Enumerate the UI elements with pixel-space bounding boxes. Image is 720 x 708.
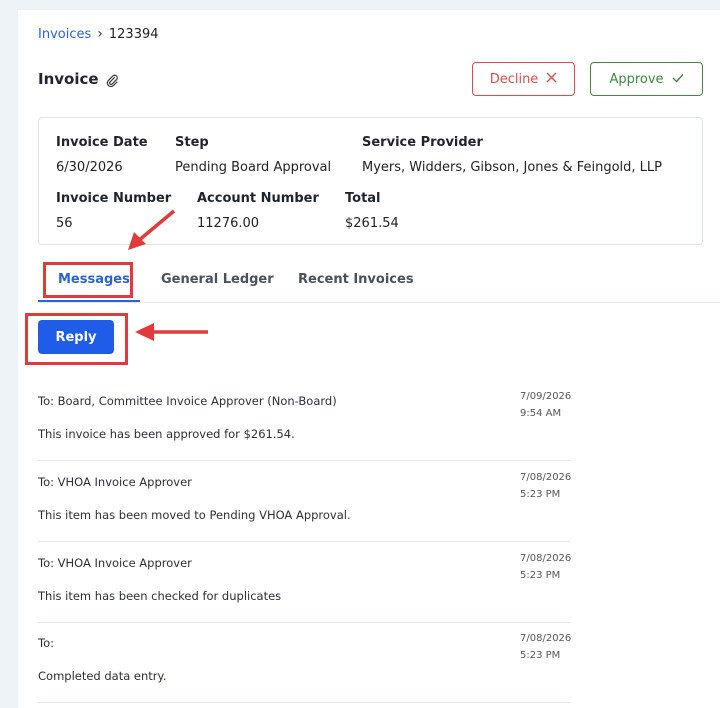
account-number-field: Account Number 11276.00 — [197, 191, 319, 231]
breadcrumb: Invoices › 123394 — [38, 26, 159, 42]
account-number-label: Account Number — [197, 191, 319, 206]
invoice-date-label: Invoice Date — [56, 135, 148, 150]
account-number-value: 11276.00 — [197, 216, 260, 231]
message-date: 7/08/2026 — [520, 553, 572, 564]
provider-field: Service Provider Myers, Widders, Gibson,… — [362, 135, 662, 175]
message-recipient: To: VHOA Invoice Approver — [38, 475, 192, 489]
x-icon — [546, 72, 557, 87]
message-body: This item has been checked for duplicate… — [38, 589, 282, 603]
tab-bar: Messages General Ledger Recent Invoices — [38, 272, 720, 303]
step-value: Pending Board Approval — [175, 160, 332, 175]
message-recipient: To: — [38, 636, 54, 650]
check-icon — [672, 72, 684, 87]
total-label: Total — [345, 191, 381, 206]
approve-button[interactable]: Approve — [590, 62, 703, 96]
step-field: Step Pending Board Approval — [175, 135, 331, 175]
arrow-to-reply-button — [135, 323, 208, 341]
decline-button[interactable]: Decline — [472, 62, 575, 96]
message-date: 7/08/2026 — [520, 633, 572, 644]
message-body: This item has been moved to Pending VHOA… — [38, 508, 351, 522]
breadcrumb-current: 123394 — [108, 26, 159, 42]
message-timestamp: 7/08/2026 5:23 PM — [520, 550, 572, 584]
step-label: Step — [175, 135, 209, 150]
invoice-date-value: 6/30/2026 — [56, 160, 123, 175]
messages-tab-highlight-box — [43, 262, 133, 298]
tab-general-ledger[interactable]: General Ledger — [161, 272, 274, 287]
message-timestamp: 7/08/2026 5:23 PM — [520, 630, 572, 664]
provider-label: Service Provider — [362, 135, 483, 150]
arrow-to-messages-tab — [128, 209, 176, 250]
message-time: 9:54 AM — [520, 408, 562, 419]
message-time: 5:23 PM — [520, 570, 561, 581]
message-item: To: Board, Committee Invoice Approver (N… — [38, 380, 572, 461]
message-body: This invoice has been approved for $261.… — [38, 427, 295, 441]
message-date: 7/08/2026 — [520, 472, 572, 483]
message-timestamp: 7/08/2026 5:23 PM — [520, 469, 572, 503]
message-date: 7/09/2026 — [520, 391, 572, 402]
message-item: To: VHOA Invoice Approver This item has … — [38, 461, 572, 542]
message-recipient: To: Board, Committee Invoice Approver (N… — [38, 394, 337, 408]
title-row: Invoice — [38, 70, 119, 88]
page-title: Invoice — [38, 70, 99, 88]
decline-label: Decline — [489, 71, 539, 87]
message-body: Completed data entry. — [38, 669, 167, 683]
breadcrumb-separator: › — [97, 26, 103, 42]
message-time: 5:23 PM — [520, 489, 561, 500]
reply-button-highlight-box — [25, 313, 128, 365]
message-recipient: To: VHOA Invoice Approver — [38, 556, 192, 570]
paperclip-icon[interactable] — [105, 72, 119, 88]
breadcrumb-invoices-link[interactable]: Invoices — [38, 27, 91, 42]
total-value: $261.54 — [345, 216, 399, 231]
message-item: To: Completed data entry. 7/08/2026 5:23… — [38, 622, 572, 703]
invoice-number-label: Invoice Number — [56, 191, 172, 206]
approve-label: Approve — [609, 71, 664, 87]
total-field: Total $261.54 — [345, 191, 399, 231]
invoice-date-field: Invoice Date 6/30/2026 — [56, 135, 148, 175]
active-tab-indicator — [38, 300, 140, 302]
message-timestamp: 7/09/2026 9:54 AM — [520, 388, 572, 422]
provider-value: Myers, Widders, Gibson, Jones & Feingold… — [362, 160, 662, 175]
tab-recent-invoices[interactable]: Recent Invoices — [298, 272, 414, 287]
message-time: 5:23 PM — [520, 650, 561, 661]
message-item: To: VHOA Invoice Approver This item has … — [38, 542, 572, 623]
